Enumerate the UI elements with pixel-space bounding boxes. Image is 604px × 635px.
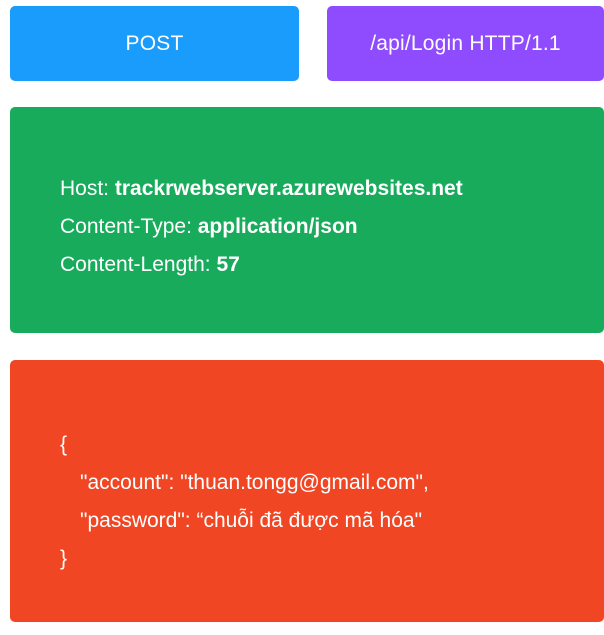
json-close-brace: } [60, 547, 68, 570]
http-method-label: POST [125, 32, 184, 55]
header-content-length-value: 57 [216, 253, 240, 276]
http-method-box: POST [10, 6, 299, 81]
request-headers-box: Host: trackrwebserver.azurewebsites.net … [10, 107, 604, 333]
json-password-line: "password": “chuỗi đã được mã hóa" [80, 509, 423, 532]
header-host-value: trackrwebserver.azurewebsites.net [114, 177, 463, 200]
request-path-box: /api/Login HTTP/1.1 [327, 6, 604, 81]
header-content-type-value: application/json [197, 215, 358, 238]
header-content-type: Content-Type: application/json [60, 208, 604, 246]
header-content-type-name: Content-Type: [60, 215, 198, 238]
json-account-line: "account": "thuan.tongg@gmail.com", [80, 471, 429, 494]
header-host: Host: trackrwebserver.azurewebsites.net [60, 170, 604, 208]
header-content-length-name: Content-Length: [60, 253, 217, 276]
request-path-label: /api/Login HTTP/1.1 [370, 32, 561, 55]
request-body-box: { "account": "thuan.tongg@gmail.com", "p… [10, 360, 604, 622]
header-content-length: Content-Length: 57 [60, 246, 604, 284]
header-host-name: Host: [60, 177, 115, 200]
json-open-brace: { [60, 433, 68, 456]
